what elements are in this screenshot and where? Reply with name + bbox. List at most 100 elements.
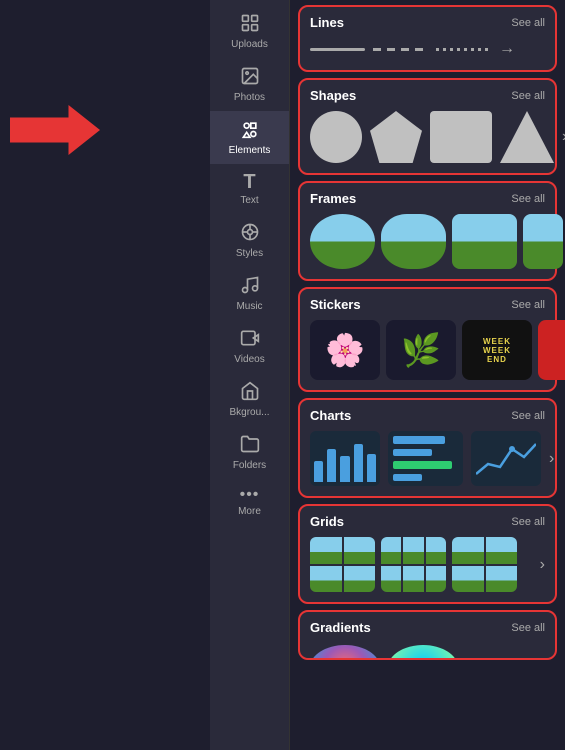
charts-preview: › (310, 429, 545, 488)
grids-chevron: › (540, 556, 545, 574)
sidebar-item-text[interactable]: T Text (210, 164, 289, 214)
chart-line-preview (471, 431, 541, 486)
videos-label: Videos (234, 354, 264, 365)
shape-triangle (500, 111, 554, 163)
sidebar-item-background[interactable]: Bkgrou... (210, 373, 289, 426)
grid-cell (403, 566, 423, 593)
shapes-header: Shapes See all (310, 88, 545, 103)
videos-icon (240, 328, 260, 351)
background-icon (240, 381, 260, 404)
frame-tall (523, 214, 563, 269)
charts-header: Charts See all (310, 408, 545, 423)
grid-cell (310, 537, 342, 564)
grid-cell (452, 537, 484, 564)
text-label: Text (240, 195, 258, 206)
line-dotted (436, 48, 491, 51)
frames-see-all[interactable]: See all (511, 193, 545, 205)
chart-bar-preview (310, 431, 380, 486)
folders-label: Folders (233, 460, 266, 471)
photos-label: Photos (234, 92, 265, 103)
more-label: More (238, 506, 261, 517)
sidebar-item-uploads[interactable]: Uploads (210, 5, 289, 58)
uploads-label: Uploads (231, 39, 268, 50)
charts-title: Charts (310, 408, 351, 423)
gradient-item-2 (388, 645, 458, 660)
sidebar-item-videos[interactable]: Videos (210, 320, 289, 373)
charts-chevron: › (549, 450, 554, 468)
uploads-icon (240, 13, 260, 36)
bar-1 (314, 461, 323, 482)
stickers-see-all[interactable]: See all (511, 299, 545, 311)
grid-2x2 (310, 537, 375, 592)
horiz-bar-2 (393, 449, 432, 457)
grid-3x2 (381, 537, 446, 592)
lines-preview: → (310, 36, 545, 62)
grids-preview: › (310, 535, 545, 594)
music-icon (240, 275, 260, 298)
grid-cell (403, 537, 423, 564)
frames-preview: › (310, 212, 545, 271)
shapes-section[interactable]: Shapes See all › (298, 78, 557, 175)
bar-3 (340, 456, 349, 482)
sidebar-item-photos[interactable]: Photos (210, 58, 289, 111)
bar-4 (354, 444, 363, 482)
frames-title: Frames (310, 191, 356, 206)
grid-cell (426, 566, 446, 593)
chart-horizontal-preview (388, 431, 463, 486)
gradients-title: Gradients (310, 620, 371, 635)
sidebar-item-more[interactable]: ••• More (210, 479, 289, 525)
charts-see-all[interactable]: See all (511, 410, 545, 422)
sidebar-item-folders[interactable]: Folders (210, 426, 289, 479)
grids-see-all[interactable]: See all (511, 516, 545, 528)
arrow-line: → (499, 40, 515, 58)
sticker-red (538, 320, 565, 380)
horiz-bar-3 (393, 461, 452, 469)
elements-label: Elements (229, 145, 271, 156)
styles-icon (240, 222, 260, 245)
red-arrow-indicator (10, 105, 100, 155)
sticker-flower: 🌸 (310, 320, 380, 380)
line-solid (310, 48, 365, 51)
grid-cell (426, 537, 446, 564)
shapes-preview: › (310, 109, 545, 165)
horiz-bar-4 (393, 474, 422, 482)
sidebar-item-music[interactable]: Music (210, 267, 289, 320)
charts-section[interactable]: Charts See all (298, 398, 557, 498)
shape-circle (310, 111, 362, 163)
frames-section[interactable]: Frames See all › (298, 181, 557, 281)
sidebar-nav: Uploads Photos Elements T Text (210, 0, 290, 750)
music-label: Music (236, 301, 262, 312)
shape-pentagon (370, 111, 422, 163)
sidebar-item-elements[interactable]: Elements (210, 111, 289, 164)
stickers-title: Stickers (310, 297, 361, 312)
sidebar-item-styles[interactable]: Styles (210, 214, 289, 267)
lines-header: Lines See all (310, 15, 545, 30)
sticker-weekend-text: WEEK WEEK END (462, 320, 532, 380)
shapes-title: Shapes (310, 88, 356, 103)
grid-cell (452, 566, 484, 593)
gradients-header: Gradients See all (310, 620, 545, 635)
frame-circle (310, 214, 375, 269)
grid-cell (310, 566, 342, 593)
lines-section[interactable]: Lines See all → (298, 5, 557, 72)
grid-cell (344, 566, 376, 593)
gradients-see-all[interactable]: See all (511, 622, 545, 634)
stickers-section[interactable]: Stickers See all 🌸 🌿 WEEK WEEK END › (298, 287, 557, 392)
frame-rect (452, 214, 517, 269)
text-icon: T (243, 172, 255, 192)
shapes-see-all[interactable]: See all (511, 90, 545, 102)
elements-icon (240, 119, 260, 142)
shape-rectangle (430, 111, 492, 163)
gradients-preview (310, 641, 545, 660)
grids-section[interactable]: Grids See all (298, 504, 557, 604)
sticker-leaf: 🌿 (386, 320, 456, 380)
lines-see-all[interactable]: See all (511, 17, 545, 29)
horiz-bar-1 (393, 436, 445, 444)
grids-title: Grids (310, 514, 344, 529)
grids-header: Grids See all (310, 514, 545, 529)
main-content: Lines See all → Shapes See all › Frames … (290, 0, 565, 750)
frame-organic (381, 214, 446, 269)
bar-2 (327, 449, 336, 482)
gradients-section[interactable]: Gradients See all (298, 610, 557, 660)
grid-cell (486, 566, 518, 593)
